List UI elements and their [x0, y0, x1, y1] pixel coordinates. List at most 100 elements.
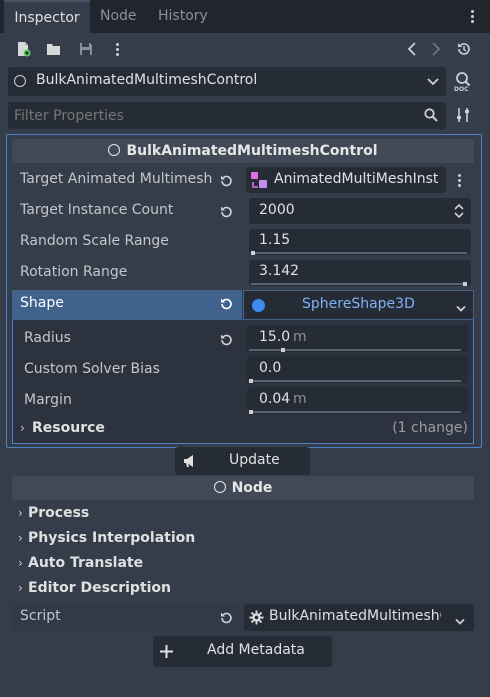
chevron-right-icon: ›	[18, 556, 23, 570]
group-row-physics-interpolation[interactable]: › Physics Interpolation	[18, 529, 474, 551]
tab-history[interactable]: History	[158, 0, 208, 33]
tab-menu-icon[interactable]	[471, 8, 474, 25]
slider-track	[249, 380, 461, 382]
slider-track	[251, 283, 467, 285]
slider-grabber[interactable]	[249, 379, 253, 383]
new-resource-icon[interactable]	[14, 40, 32, 58]
add-metadata-button[interactable]: Add Metadata	[153, 636, 332, 667]
section-header-script-class[interactable]: BulkAnimatedMultimeshControl	[12, 139, 474, 163]
object-name: BulkAnimatedMultimeshControl	[36, 72, 258, 88]
revert-icon[interactable]	[219, 333, 233, 351]
solver-bias-slider[interactable]: 0.0	[247, 356, 468, 383]
update-button[interactable]: Update	[175, 447, 310, 475]
margin-slider[interactable]: 0.04 m	[247, 387, 468, 414]
add-icon	[159, 644, 174, 663]
chevron-right-icon: ›	[18, 506, 23, 520]
slider-track	[251, 252, 467, 254]
spinner-icon[interactable]	[453, 203, 465, 223]
history-back-icon[interactable]	[405, 40, 419, 58]
revert-icon[interactable]	[219, 205, 233, 223]
prop-label-random-scale: Random Scale Range	[20, 233, 169, 249]
slider-track	[249, 411, 461, 413]
chevron-down-icon[interactable]	[455, 614, 465, 630]
group-label: Auto Translate	[28, 555, 144, 571]
tab-bar: Inspector Node History	[0, 0, 490, 33]
random-scale-slider[interactable]: 1.15	[249, 229, 471, 255]
group-row-auto-translate[interactable]: › Auto Translate	[18, 554, 474, 576]
search-icon	[424, 108, 438, 126]
resource-menu-icon[interactable]	[458, 172, 461, 189]
section-title: BulkAnimatedMultimeshControl	[126, 143, 378, 159]
rotation-range-value: 3.142	[259, 263, 300, 279]
node-icon	[14, 75, 26, 87]
filter-properties-field[interactable]	[8, 102, 446, 129]
svg-text:DOC: DOC	[454, 86, 469, 92]
prop-label-radius: Radius	[24, 330, 71, 346]
prop-label-margin: Margin	[24, 392, 72, 408]
node-icon	[213, 481, 226, 493]
megaphone-icon	[182, 453, 198, 473]
shape-value: SphereShape3D	[302, 296, 415, 312]
random-scale-value: 1.15	[259, 232, 291, 248]
history-forward-icon[interactable]	[429, 40, 443, 58]
prop-label-shape: Shape	[20, 295, 64, 311]
prop-label-solver-bias: Custom Solver Bias	[24, 361, 160, 377]
node-icon	[108, 144, 121, 156]
slider-grabber[interactable]	[463, 282, 467, 286]
script-value: BulkAnimatedMultimeshC	[269, 608, 441, 624]
save-icon[interactable]	[77, 40, 95, 58]
filter-properties-input[interactable]	[8, 102, 418, 129]
margin-unit: m	[293, 391, 307, 407]
radius-value: 15.0	[259, 329, 291, 345]
group-label: Editor Description	[28, 580, 172, 596]
script-picker[interactable]: BulkAnimatedMultimeshC	[244, 604, 474, 631]
chevron-down-icon[interactable]	[456, 301, 466, 317]
group-row-editor-description[interactable]: › Editor Description	[18, 579, 474, 601]
slider-grabber[interactable]	[249, 410, 253, 414]
history-list-icon[interactable]	[455, 40, 473, 58]
resource-change-count: (1 change)	[392, 420, 468, 436]
prop-label-target-multimesh: Target Animated Multimesh	[20, 171, 213, 187]
tools-icon[interactable]	[454, 106, 472, 124]
add-metadata-label: Add Metadata	[207, 642, 305, 658]
revert-icon[interactable]	[219, 174, 233, 192]
instance-count-spinbox[interactable]: 2000	[249, 198, 471, 224]
rotation-range-slider[interactable]: 3.142	[249, 260, 471, 286]
target-multimesh-value: AnimatedMultiMeshInst	[274, 171, 439, 187]
solver-bias-value: 0.0	[259, 360, 282, 376]
open-folder-icon[interactable]	[45, 40, 63, 58]
gear-icon	[249, 610, 264, 629]
animated-multimesh-icon	[250, 171, 268, 193]
chevron-down-icon	[427, 75, 439, 91]
resource-group-row[interactable]: › Resource (1 change)	[18, 419, 470, 441]
prop-label-rotation-range: Rotation Range	[20, 264, 128, 280]
chevron-right-icon: ›	[18, 531, 23, 545]
section-header-node[interactable]: Node	[12, 476, 474, 500]
chevron-right-icon: ›	[20, 421, 25, 435]
radius-unit: m	[293, 329, 307, 345]
slider-grabber[interactable]	[251, 251, 255, 255]
radius-slider[interactable]: 15.0 m	[247, 325, 468, 352]
tab-node[interactable]: Node	[100, 0, 137, 33]
prop-label-script: Script	[20, 608, 61, 624]
section-title: Node	[231, 480, 273, 496]
slider-grabber[interactable]	[281, 348, 285, 352]
revert-icon[interactable]	[219, 611, 233, 629]
shape-resource-picker[interactable]: SphereShape3D	[243, 290, 474, 320]
open-docs-icon[interactable]: DOC	[452, 69, 476, 93]
resource-group-label: Resource	[32, 420, 105, 436]
chevron-right-icon: ›	[18, 581, 23, 595]
sphere-shape-icon	[252, 299, 265, 312]
group-label: Physics Interpolation	[28, 530, 196, 546]
revert-icon[interactable]	[219, 297, 233, 315]
prop-label-instance-count: Target Instance Count	[20, 202, 174, 218]
instance-count-value: 2000	[259, 202, 295, 218]
margin-value: 0.04	[259, 391, 291, 407]
target-multimesh-picker[interactable]: AnimatedMultiMeshInst	[246, 167, 446, 193]
group-label: Process	[28, 505, 90, 521]
group-row-process[interactable]: › Process	[18, 504, 474, 526]
tab-inspector[interactable]: Inspector	[4, 0, 90, 33]
more-options-icon[interactable]	[116, 41, 119, 58]
update-button-label: Update	[229, 452, 280, 468]
object-selector[interactable]: BulkAnimatedMultimeshControl	[8, 67, 446, 96]
